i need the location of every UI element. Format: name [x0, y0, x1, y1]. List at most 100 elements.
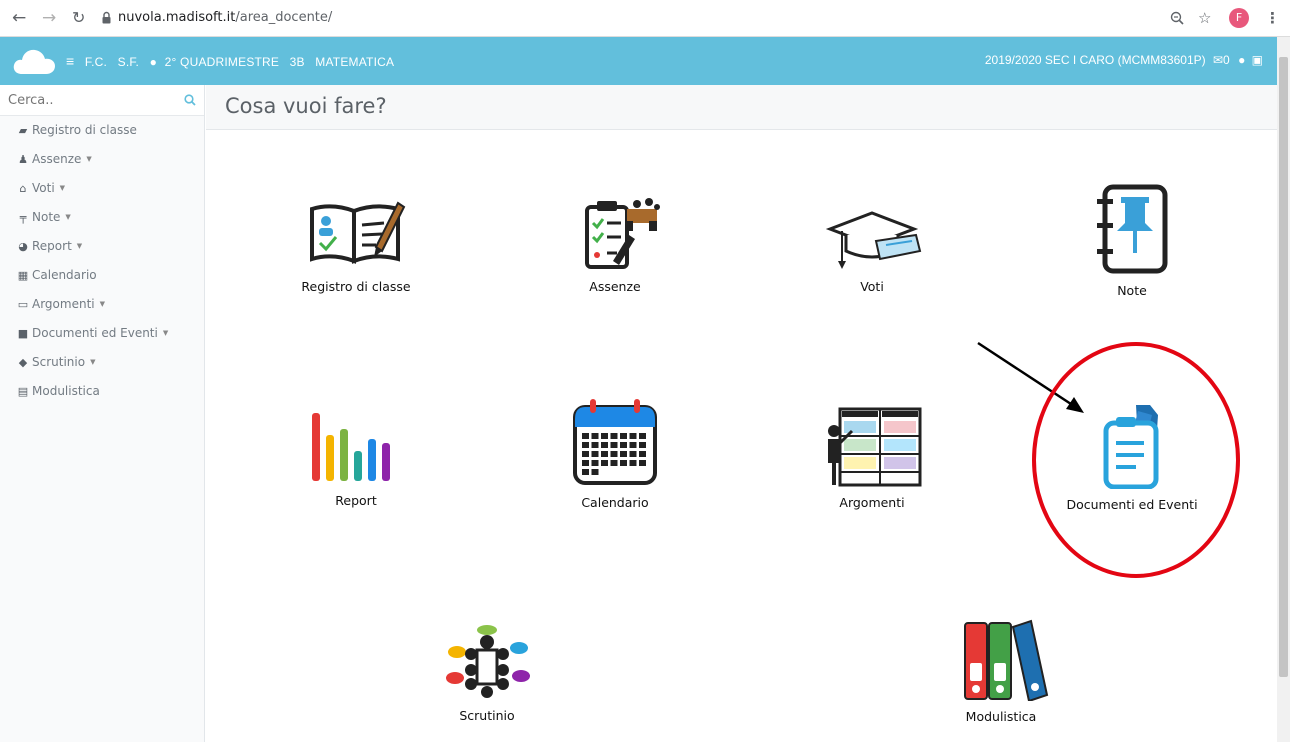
calendar-day-cell: [610, 460, 618, 466]
tile-documenti-ed-eventi[interactable]: Documenti ed Eventi: [1032, 401, 1232, 512]
lock-icon: [102, 11, 111, 24]
sidebar-item-report[interactable]: ◕ Report ▼: [0, 232, 204, 261]
calendar-day-cell: [610, 451, 618, 457]
bar-chart-icon: [312, 413, 390, 481]
school-year-info[interactable]: 2019/2020 SEC I CARO (MCMM83601P): [985, 53, 1206, 67]
calendar-day-cell: [582, 451, 589, 457]
calendar-day-cell: [639, 433, 646, 439]
hamburger-menu-icon[interactable]: ≡: [66, 53, 74, 69]
caret-down-icon: ▼: [99, 300, 105, 308]
binders-icon: [964, 619, 1049, 701]
calendar-icon: ▦: [17, 269, 29, 282]
sidebar-item-label: Scrutinio: [32, 355, 86, 369]
sidebar-item-label: Documenti ed Eventi: [32, 326, 158, 340]
book-icon: ▰: [18, 124, 28, 137]
url-host: nuvola.madisoft.it: [118, 10, 236, 25]
search-input[interactable]: [0, 85, 180, 115]
sidebar-item-label: Report: [32, 239, 72, 253]
kebab-menu-icon[interactable]: ⋮: [1265, 9, 1280, 27]
profile-avatar[interactable]: F: [1229, 8, 1249, 28]
crumb-class[interactable]: 3B: [290, 55, 305, 69]
search-icon[interactable]: [184, 94, 196, 106]
tile-note[interactable]: Note: [1032, 183, 1232, 298]
header-right: 2019/2020 SEC I CARO (MCMM83601P) ✉0 ● ▣: [985, 53, 1263, 67]
pie-chart-icon: ◕: [18, 240, 28, 253]
document-events-icon: [1103, 405, 1159, 489]
crumb-school[interactable]: S.F.: [118, 55, 139, 69]
sidebar-item-assenze[interactable]: ♟ Assenze ▼: [0, 145, 204, 174]
tile-voti[interactable]: Voti: [772, 195, 972, 294]
sidebar-item-voti[interactable]: ⌂ Voti ▼: [0, 174, 204, 203]
tile-modulistica[interactable]: Modulistica: [901, 613, 1101, 724]
calendar-day-cell: [639, 451, 646, 457]
sidebar-item-label: Argomenti: [32, 297, 95, 311]
tile-label: Voti: [860, 279, 884, 294]
sidebar-item-label: Calendario: [32, 268, 97, 282]
sidebar-menu: ▰ Registro di classe ♟ Assenze ▼ ⌂ Voti ▼ ╤ No…: [0, 116, 204, 406]
sidebar-item-argomenti[interactable]: ▭ Argomenti ▼: [0, 290, 204, 319]
attendance-clipboard-icon: [585, 198, 660, 269]
graduation-cap-icon: ◆: [18, 356, 28, 369]
app-header: ≡ F.C. S.F. ● 2° QUADRIMESTRE 3B MATEMAT…: [0, 37, 1277, 85]
browser-toolbar: ← → ↻ nuvola.madisoft.it/area_docente/ ☆…: [0, 0, 1290, 37]
sidebar-item-scrutinio[interactable]: ◆ Scrutinio ▼: [0, 348, 204, 377]
address-bar[interactable]: nuvola.madisoft.it/area_docente/: [118, 10, 332, 25]
calendar-day-cell: [629, 442, 637, 448]
forward-arrow-icon[interactable]: →: [42, 8, 56, 28]
mail-icon[interactable]: ✉: [1213, 53, 1223, 67]
calendar-day-cell: [639, 442, 646, 448]
crumb-subject[interactable]: MATEMATICA: [315, 55, 394, 69]
calendar-day-cell: [591, 442, 599, 448]
tile-label: Scrutinio: [459, 708, 515, 723]
sidebar-item-registro[interactable]: ▰ Registro di classe: [0, 116, 204, 145]
tile-scrutinio[interactable]: Scrutinio: [387, 620, 587, 723]
calendar-icon: [573, 399, 657, 485]
pinned-notebook-icon: [1097, 184, 1168, 274]
tile-report[interactable]: Report: [256, 403, 456, 508]
mail-count[interactable]: 0: [1223, 53, 1230, 67]
user-icon[interactable]: ●: [1238, 53, 1245, 67]
open-book-icon: [310, 201, 406, 264]
page-scrollbar[interactable]: [1277, 37, 1290, 742]
tile-calendario[interactable]: Calendario: [515, 397, 715, 510]
back-arrow-icon[interactable]: ←: [12, 8, 26, 28]
star-icon[interactable]: ☆: [1198, 9, 1211, 27]
tile-assenze[interactable]: Assenze: [515, 195, 715, 294]
user-icon: ♟: [18, 153, 28, 166]
reload-icon[interactable]: ↻: [72, 8, 85, 27]
main-content: Cosa vuoi fare? Registro di classe Assen…: [206, 85, 1277, 742]
institution-icon: ⌂: [19, 182, 27, 195]
eye-icon[interactable]: ●: [150, 55, 157, 69]
calendar-day-cell: [601, 442, 608, 448]
zoom-icon[interactable]: [1170, 11, 1184, 25]
tile-label: Report: [335, 493, 377, 508]
youtube-icon[interactable]: ▣: [1252, 53, 1263, 67]
cloud-logo-icon[interactable]: [12, 47, 56, 75]
sidebar-item-label: Assenze: [32, 152, 82, 166]
meeting-table-icon: [446, 625, 530, 698]
calendar-day-cell: [582, 460, 589, 466]
sidebar-item-calendario[interactable]: ▦ Calendario: [0, 261, 204, 290]
page-title: Cosa vuoi fare?: [225, 94, 387, 118]
sidebar-item-documenti[interactable]: ■ Documenti ed Eventi ▼: [0, 319, 204, 348]
tile-label: Assenze: [589, 279, 641, 294]
calendar-day-cell: [610, 433, 618, 439]
crumb-user[interactable]: F.C.: [85, 55, 107, 69]
url-path: /area_docente/: [235, 10, 333, 25]
calendar-day-cell: [591, 433, 599, 439]
calendar-day-cell: [601, 433, 608, 439]
sidebar-item-modulistica[interactable]: ▤ Modulistica: [0, 377, 204, 406]
crumb-period[interactable]: 2° QUADRIMESTRE: [165, 55, 279, 69]
calendar-day-cell: [629, 451, 637, 457]
scrollbar-thumb[interactable]: [1279, 57, 1288, 677]
sidebar-item-note[interactable]: ╤ Note ▼: [0, 203, 204, 232]
calendar-day-cell: [629, 460, 637, 466]
sidebar-item-label: Voti: [32, 181, 55, 195]
tile-argomenti[interactable]: Argomenti: [772, 401, 972, 510]
calendar-day-cell: [591, 451, 599, 457]
calendar-day-cell: [620, 460, 627, 466]
calendar-day-cell: [582, 433, 589, 439]
calendar-day-cell: [601, 460, 608, 466]
caret-down-icon: ▼: [76, 242, 83, 250]
tile-registro-di-classe[interactable]: Registro di classe: [256, 195, 456, 294]
